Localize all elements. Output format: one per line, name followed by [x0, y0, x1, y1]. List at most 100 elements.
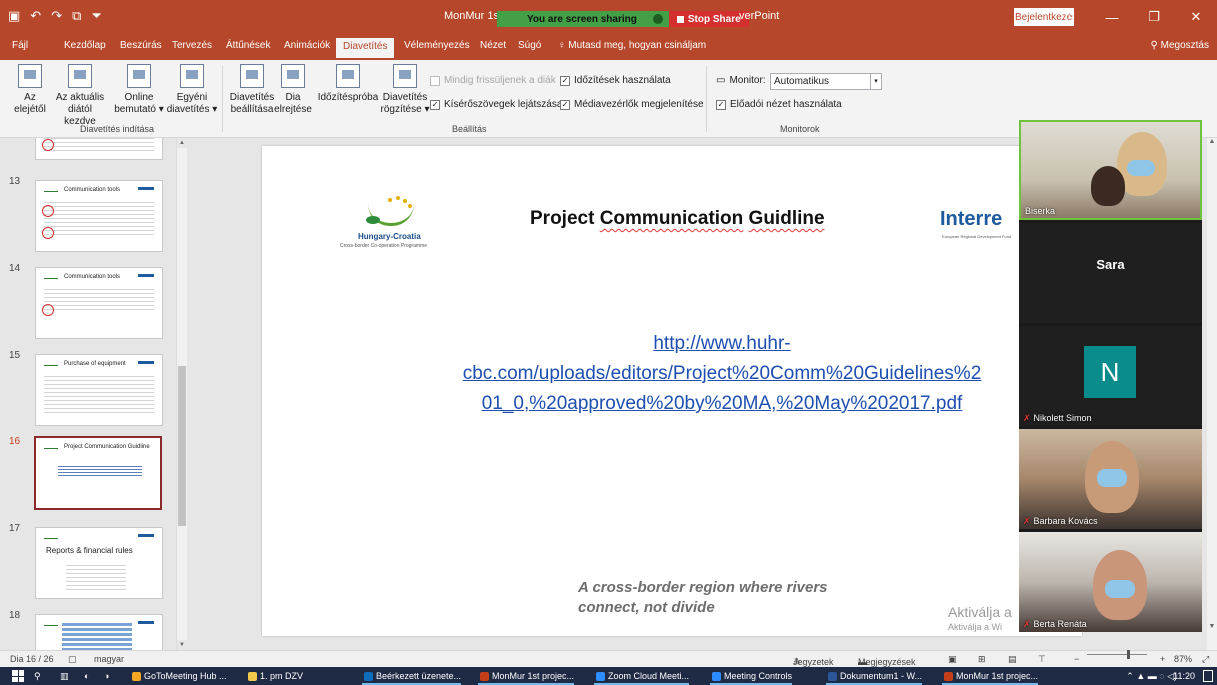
- reading-view-icon[interactable]: ▤: [1008, 654, 1017, 665]
- video-tile[interactable]: ✗ Berta Renáta: [1019, 532, 1202, 632]
- taskbar-item-powerpoint-2[interactable]: MonMur 1st projec...: [942, 667, 1039, 685]
- fit-to-window-icon[interactable]: ⤢: [1202, 654, 1209, 665]
- teams-icon[interactable]: ◑: [104, 667, 109, 685]
- tab-insert[interactable]: Beszúrás: [120, 40, 162, 51]
- windows-start-icon[interactable]: [12, 670, 24, 682]
- clock[interactable]: 11:20: [1173, 667, 1195, 685]
- taskbar-item-zoom[interactable]: Zoom Cloud Meeti...: [594, 667, 690, 685]
- tell-me-search[interactable]: ♀ Mutasd meg, hogyan csináljam: [558, 40, 706, 51]
- scroll-down-icon[interactable]: ▼: [177, 640, 187, 650]
- system-tray[interactable]: ⌃ ▲ ▬ ◌ ◁): [1126, 667, 1177, 685]
- logo-icon: [44, 273, 58, 279]
- tab-animations[interactable]: Animációk: [284, 40, 330, 51]
- tab-file[interactable]: Fájl: [12, 40, 28, 51]
- taskbar-item-outlook[interactable]: Beérkezett üzenete...: [362, 667, 462, 685]
- screen-sharing-bar: You are screen sharing Stop Share: [497, 11, 749, 27]
- group-label-start: Diavetítés indítása: [80, 124, 155, 134]
- rehearse-timings-button[interactable]: Időzítéspróba: [316, 64, 380, 104]
- slide-title[interactable]: Project Communication Guidline: [530, 208, 825, 230]
- tab-view[interactable]: Nézet: [480, 40, 506, 51]
- scroll-up-icon[interactable]: ▲: [177, 138, 187, 148]
- use-presenter-view-checkbox[interactable]: ✓ Előadói nézet használata: [716, 99, 842, 110]
- start-from-beginning-icon[interactable]: ⧉: [72, 8, 81, 24]
- from-beginning-button[interactable]: Az elejétől: [10, 64, 50, 116]
- ribbon-display-options-icon[interactable]: ⊡: [1049, 0, 1091, 34]
- slide-thumbnail[interactable]: Purchase of equipment: [35, 354, 163, 426]
- group-label-monitors: Monitorok: [780, 124, 820, 134]
- redo-icon[interactable]: ↷: [51, 8, 62, 24]
- scroll-down-icon[interactable]: ▼: [1207, 623, 1217, 630]
- slide-thumbnail-selected[interactable]: Project Communication Guidline: [34, 436, 162, 510]
- taskbar-item-word[interactable]: Dokumentum1 - W...: [826, 667, 923, 685]
- search-icon[interactable]: ⚲: [34, 667, 41, 685]
- video-tile[interactable]: ✗ Barbara Kovács: [1019, 429, 1202, 529]
- tab-transitions[interactable]: Áttűnések: [226, 40, 270, 51]
- save-icon[interactable]: ▣: [8, 8, 20, 24]
- slide-thumbnail[interactable]: Communication tools: [35, 180, 163, 252]
- close-icon[interactable]: ✕: [1175, 0, 1217, 34]
- notifications-icon[interactable]: [1203, 670, 1213, 682]
- slide-show-icon[interactable]: ⊤: [1038, 654, 1046, 665]
- slide-thumbnail[interactable]: [35, 138, 163, 160]
- taskbar-item-powerpoint[interactable]: MonMur 1st projec...: [478, 667, 575, 685]
- zoom-slider[interactable]: [1087, 650, 1147, 659]
- taskbar-item-meeting-controls[interactable]: Meeting Controls: [710, 667, 793, 685]
- checkbox-label: Mindig frissüljenek a diák: [444, 75, 556, 86]
- video-tile[interactable]: Sara: [1019, 223, 1202, 323]
- slide-scrollbar[interactable]: ▲ ▼: [1207, 138, 1217, 650]
- interreg-subtitle: European Regional Development Fund: [942, 234, 1012, 239]
- guidelines-link[interactable]: http://www.huhr- cbc.com/uploads/editors…: [402, 329, 1042, 419]
- taskbar-item-gotomeeting[interactable]: GoToMeeting Hub ...: [130, 667, 227, 685]
- checkmark-icon: ✓: [716, 99, 726, 110]
- zoom-in-icon[interactable]: +: [1160, 654, 1165, 664]
- checkbox-label: Időzítések használata: [574, 75, 671, 86]
- thumbnail-content: [66, 562, 126, 590]
- always-refresh-slides-checkbox[interactable]: Mindig frissüljenek a diák: [430, 75, 556, 86]
- hide-slide-button[interactable]: Dia elrejtése: [272, 64, 314, 116]
- zoom-out-icon[interactable]: −: [1074, 654, 1079, 664]
- taskbar-label: MonMur 1st projec...: [492, 671, 575, 681]
- customize-qat-icon[interactable]: ⏷: [91, 8, 101, 24]
- thumbnails-scrollbar[interactable]: ▲ ▼: [176, 138, 187, 650]
- powerpoint-window: ▣ ↶ ↷ ⧉ ⏷ MonMur 1st pr You are screen s…: [0, 0, 1217, 685]
- task-view-icon[interactable]: ▥: [60, 667, 69, 685]
- tab-review[interactable]: Véleményezés: [404, 40, 470, 51]
- normal-view-icon[interactable]: ▣: [948, 654, 957, 665]
- slide-thumbnail[interactable]: Communication tools: [35, 267, 163, 339]
- zoom-slider-thumb[interactable]: [1127, 650, 1130, 659]
- participant-video: [1091, 166, 1125, 206]
- record-slide-show-button[interactable]: Diavetítés rögzítése ▾: [380, 64, 430, 116]
- present-online-button[interactable]: Online bemutató ▾: [112, 64, 166, 116]
- minimize-icon[interactable]: —: [1091, 0, 1133, 34]
- current-slide[interactable]: Hungary-Croatia Cross-border Co-operatio…: [262, 146, 1082, 636]
- play-narrations-checkbox[interactable]: ✓ Kísérőszövegek lejátszása: [430, 99, 562, 110]
- slide-sorter-icon[interactable]: ⊞: [978, 654, 986, 665]
- tab-help[interactable]: Súgó: [518, 40, 541, 51]
- stop-share-button[interactable]: Stop Share: [668, 11, 749, 27]
- restore-icon[interactable]: ❐: [1133, 0, 1175, 34]
- undo-icon[interactable]: ↶: [30, 8, 41, 24]
- video-tile-active-speaker[interactable]: Biserka: [1019, 120, 1202, 220]
- edge-icon[interactable]: ◐: [84, 667, 89, 685]
- scrollbar-thumb[interactable]: [178, 366, 186, 526]
- custom-slide-show-button[interactable]: Egyéni diavetítés ▾: [166, 64, 218, 116]
- show-media-controls-checkbox[interactable]: ✓ Médiavezérlők megjelenítése: [560, 99, 704, 110]
- set-up-slide-show-button[interactable]: Diavetítés beállítása: [226, 64, 278, 116]
- slide-thumbnail[interactable]: [35, 614, 163, 650]
- slide-thumbnail[interactable]: Reports & financial rules: [35, 527, 163, 599]
- taskbar-item-folder[interactable]: 1. pm DZV: [246, 667, 303, 685]
- use-timings-checkbox[interactable]: ✓ Időzítések használata: [560, 75, 671, 86]
- monitor-dropdown[interactable]: Automatikus ▾: [770, 73, 882, 90]
- language-indicator[interactable]: magyar: [94, 654, 124, 664]
- from-current-slide-button[interactable]: Az aktuális diától kezdve: [52, 64, 108, 128]
- tab-design[interactable]: Tervezés: [172, 40, 212, 51]
- thumbnail-content: [44, 286, 154, 312]
- video-tile[interactable]: N ✗ Nikolett Simon: [1019, 326, 1202, 426]
- share-button[interactable]: ⚲ Megosztás: [1151, 40, 1209, 51]
- scroll-up-icon[interactable]: ▲: [1207, 138, 1217, 145]
- zoom-level[interactable]: 87%: [1174, 654, 1192, 664]
- tab-home[interactable]: Kezdőlap: [64, 40, 106, 51]
- title-word-misspelled: Communication: [599, 208, 744, 229]
- spelling-icon[interactable]: ▢: [68, 654, 77, 665]
- tab-slide-show[interactable]: Diavetítés: [336, 38, 395, 58]
